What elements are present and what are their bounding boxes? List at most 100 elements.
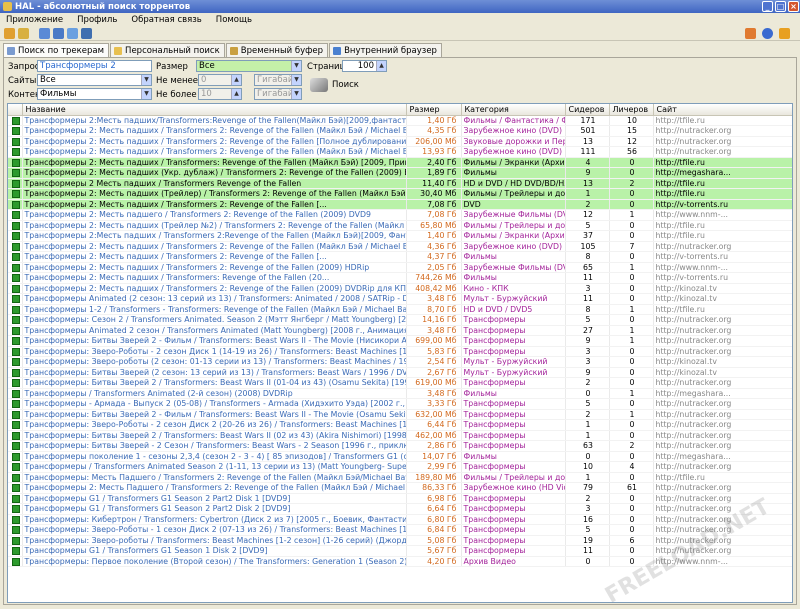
table-row[interactable]: Трансформеры: Битвы Зверей 2 / Transform…	[8, 430, 792, 441]
menu-app[interactable]: Приложение	[6, 15, 63, 25]
tab-tracker-search[interactable]: Поиск по трекерам	[3, 43, 110, 58]
menu-help[interactable]: Помощь	[216, 15, 252, 25]
torrent-icon[interactable]	[12, 410, 20, 419]
menu-profile[interactable]: Профиль	[77, 15, 117, 25]
size-select[interactable]: Все ▼	[196, 60, 302, 72]
torrent-icon[interactable]	[12, 557, 20, 566]
settings-icon[interactable]	[4, 27, 15, 39]
network-icon[interactable]	[39, 27, 50, 39]
torrent-icon[interactable]	[12, 421, 20, 429]
torrent-icon[interactable]	[12, 232, 20, 240]
table-row[interactable]: Трансформеры 1-2 / Transformers - Transf…	[8, 304, 792, 315]
table-row[interactable]: Трансформеры 2:Месть падших/Transformers…	[8, 115, 792, 126]
torrent-icon[interactable]	[12, 452, 20, 461]
torrent-icon[interactable]	[12, 274, 20, 282]
home-icon[interactable]	[745, 27, 756, 39]
table-row[interactable]: Трансформеры 2: Месть падших / Transform…	[8, 136, 792, 147]
torrent-icon[interactable]	[12, 169, 20, 177]
pages-stepper[interactable]: 100 ▲	[342, 60, 387, 72]
torrent-icon[interactable]	[12, 127, 20, 135]
table-row[interactable]: Трансформеры / Transformers Animated Sea…	[8, 461, 792, 473]
table-row[interactable]: Трансформеры 2: Месть падших / Transform…	[8, 146, 792, 158]
table-row[interactable]: Трансформеры поколение 1 - сезоны 2,3,4 …	[8, 451, 792, 462]
key-icon[interactable]	[18, 27, 29, 39]
torrent-icon[interactable]	[12, 368, 20, 377]
header-category[interactable]: Категория	[461, 104, 566, 116]
table-row[interactable]: Трансформеры 2: Месть падших / Transform…	[8, 262, 792, 273]
close-button[interactable]: ×	[788, 1, 799, 12]
torrent-icon[interactable]	[12, 442, 20, 450]
min-unit-select[interactable]: Гигабайт ▼	[254, 74, 302, 86]
table-row[interactable]: Трансформеры G1 / Transformers G1 Season…	[8, 503, 792, 515]
table-row[interactable]: Трансформеры 2: Месть падших / Transform…	[8, 251, 792, 263]
torrent-icon[interactable]	[12, 347, 20, 356]
help-icon[interactable]	[779, 27, 790, 39]
table-row[interactable]: Трансформеры: Битвы Зверей - 2 Сезон / T…	[8, 440, 792, 452]
torrent-icon[interactable]	[12, 148, 20, 156]
table-row[interactable]: Трансформеры 2:Месть падших / Transforme…	[8, 230, 792, 242]
info-icon[interactable]	[762, 27, 773, 39]
min-size-input[interactable]: 0 ▲	[198, 74, 242, 86]
torrent-icon[interactable]	[12, 515, 20, 524]
torrent-icon[interactable]	[12, 190, 20, 198]
table-row[interactable]: Трансформеры G1 / Transformers G1 Season…	[8, 545, 792, 557]
torrent-icon[interactable]	[12, 337, 20, 345]
torrent-icon[interactable]	[12, 295, 20, 303]
header-name[interactable]: Название	[22, 104, 407, 116]
tab-personal-search[interactable]: Персональный поиск	[110, 43, 225, 57]
torrent-icon[interactable]	[12, 242, 20, 251]
menu-feedback[interactable]: Обратная связь	[131, 15, 201, 25]
table-row[interactable]: Трансформеры 2: Месть падших (Трейлер) /…	[8, 188, 792, 200]
header-seeders[interactable]: Сидеров	[565, 104, 610, 116]
torrent-icon[interactable]	[12, 211, 20, 219]
torrent-icon[interactable]	[12, 200, 20, 209]
table-row[interactable]: Трансформеры: Битвы Зверей 2 - Фильм / T…	[8, 409, 792, 420]
torrent-icon[interactable]	[12, 253, 20, 261]
table-row[interactable]: Трансформеры: Зверо-роботы (2 сезон: 01-…	[8, 356, 792, 368]
table-row[interactable]: Трансформеры: Первое поколение (Второй с…	[8, 556, 792, 567]
torrent-icon[interactable]	[12, 284, 20, 293]
table-row[interactable]: Трансформеры G1 / Transformers G1 Season…	[8, 493, 792, 504]
table-row[interactable]: Трансформеры: Битвы Зверей 2 / Transform…	[8, 377, 792, 389]
torrent-icon[interactable]	[12, 326, 20, 335]
table-row[interactable]: Трансформеры Animated 2 сезон / Transfor…	[8, 325, 792, 336]
table-row[interactable]: Трансформеры: Кибертрон / Transformers: …	[8, 514, 792, 525]
table-row[interactable]: Трансформеры 2: Месть падшего / Transfor…	[8, 209, 792, 221]
torrent-icon[interactable]	[12, 536, 20, 545]
torrent-icon[interactable]	[12, 221, 20, 230]
search-button[interactable]: Поиск	[306, 74, 366, 96]
header-site[interactable]: Сайт	[653, 104, 792, 116]
table-row[interactable]: Трансформеры: Зверо-Роботы - 2 сезон Дис…	[8, 346, 792, 357]
table-row[interactable]: Трансформеры: Зверо-Роботы - 2 сезон Дис…	[8, 419, 792, 431]
sites-select[interactable]: Все ▼	[37, 74, 152, 86]
table-row[interactable]: Трансформеры 2: Месть Падшего / Transfor…	[8, 482, 792, 494]
torrent-icon[interactable]	[12, 463, 20, 471]
table-row[interactable]: Трансформеры 2 Месть падших / Transforme…	[8, 178, 792, 189]
header-leechers[interactable]: Личеров	[609, 104, 654, 116]
torrent-icon[interactable]	[12, 137, 20, 146]
torrent-icon[interactable]	[12, 526, 20, 534]
table-row[interactable]: Трансформеры: Сезон 2 / Transformers Ani…	[8, 314, 792, 326]
table-row[interactable]: Трансформеры 2: Месть падших / Transform…	[8, 241, 792, 252]
table-row[interactable]: Трансформеры 2: Месть падших / Transform…	[8, 272, 792, 284]
torrent-icon[interactable]	[12, 431, 20, 440]
torrent-icon[interactable]	[12, 179, 20, 188]
clipboard-icon[interactable]	[67, 27, 78, 39]
table-row[interactable]: Трансформеры 2: Месть падших / Transform…	[8, 283, 792, 294]
torrent-icon[interactable]	[12, 389, 20, 398]
table-row[interactable]: Трансформеры: Битвы Зверей 2 - Фильм / T…	[8, 335, 792, 347]
minimize-button[interactable]: _	[762, 1, 773, 12]
torrent-icon[interactable]	[12, 547, 20, 555]
torrent-icon[interactable]	[12, 400, 20, 408]
table-row[interactable]: Трансформеры Animated (2 сезон: 13 серий…	[8, 293, 792, 305]
torrent-icon[interactable]	[12, 116, 20, 125]
tab-browser[interactable]: Внутренний браузер	[329, 43, 442, 57]
torrent-icon[interactable]	[12, 484, 20, 492]
torrent-icon[interactable]	[12, 358, 20, 366]
table-row[interactable]: Трансформеры: Зверо-Роботы - 1 сезон Дис…	[8, 524, 792, 536]
table-row[interactable]: Трансформеры 2: Месть падших (Трейлер №2…	[8, 220, 792, 231]
query-input[interactable]: Трансформеры 2	[37, 60, 152, 72]
table-row[interactable]: Трансформеры: Зверо-роботы / Transformer…	[8, 535, 792, 546]
table-row[interactable]: Трансформеры 2: Месть падших / Transform…	[8, 125, 792, 137]
maximize-button[interactable]: □	[775, 1, 786, 12]
